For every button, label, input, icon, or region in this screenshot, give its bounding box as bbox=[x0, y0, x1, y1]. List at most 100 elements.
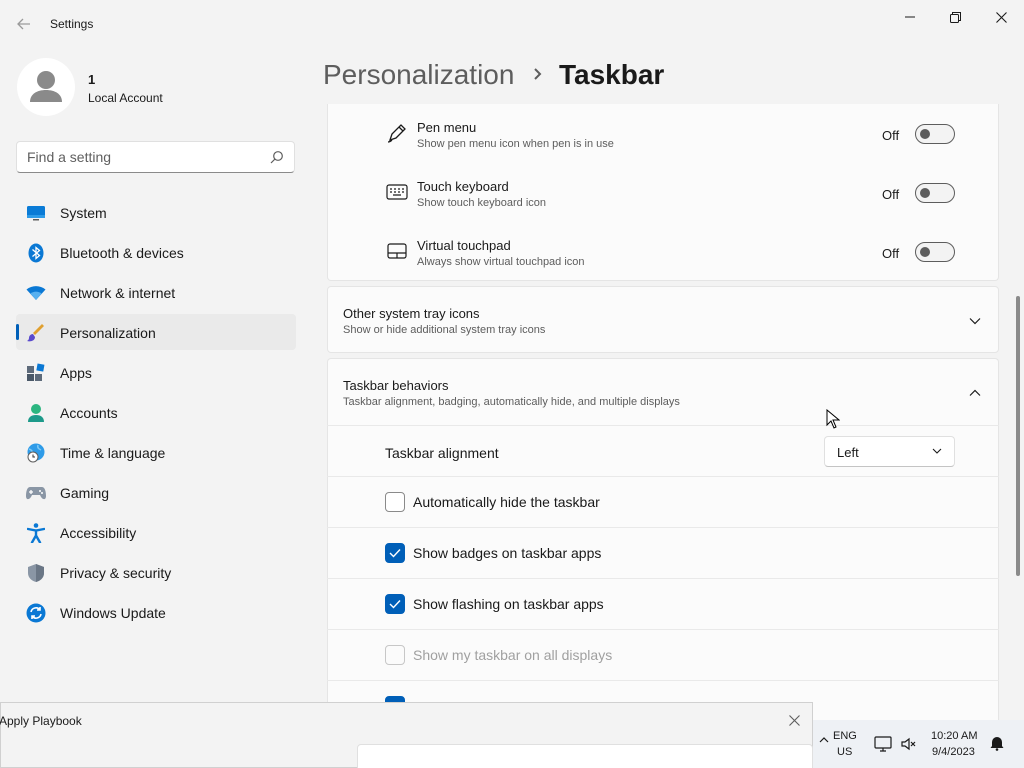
virtual-touchpad-subtitle: Always show virtual touchpad icon bbox=[417, 256, 585, 268]
clock-date[interactable]: 9/4/2023 bbox=[932, 746, 975, 758]
pen-menu-toggle[interactable] bbox=[915, 124, 955, 144]
sidebar-item-system[interactable]: System bbox=[16, 194, 296, 230]
sidebar-item-label: System bbox=[60, 205, 107, 221]
sidebar-item-bluetooth[interactable]: Bluetooth & devices bbox=[16, 234, 296, 270]
playbook-title: Apply Playbook bbox=[0, 714, 82, 728]
all-displays-checkbox bbox=[385, 645, 405, 665]
badges-label: Show badges on taskbar apps bbox=[413, 545, 602, 561]
sidebar-item-label: Gaming bbox=[60, 485, 110, 501]
bluetooth-icon bbox=[26, 243, 46, 263]
shield-icon bbox=[26, 563, 46, 583]
sidebar-item-gaming[interactable]: Gaming bbox=[16, 474, 296, 510]
person-icon bbox=[26, 403, 46, 423]
sidebar-item-windows-update[interactable]: Windows Update bbox=[16, 594, 296, 630]
playbook-panel bbox=[357, 744, 813, 768]
avatar[interactable] bbox=[17, 58, 75, 116]
content-scrollbar[interactable] bbox=[1016, 296, 1020, 576]
sidebar-item-privacy-security[interactable]: Privacy & security bbox=[16, 554, 296, 590]
all-displays-label: Show my taskbar on all displays bbox=[413, 647, 613, 663]
volume-muted-icon[interactable] bbox=[900, 736, 916, 752]
sidebar-item-label: Network & internet bbox=[60, 285, 176, 301]
chevron-down-icon bbox=[932, 448, 942, 454]
touch-keyboard-toggle[interactable] bbox=[915, 183, 955, 203]
page-title: Taskbar bbox=[559, 59, 665, 90]
sidebar-item-label: Privacy & security bbox=[60, 565, 172, 581]
mouse-cursor-icon bbox=[826, 409, 840, 429]
app-title: Settings bbox=[50, 17, 94, 31]
taskbar-behaviors-header[interactable]: Taskbar behaviors Taskbar alignment, bad… bbox=[328, 359, 998, 426]
other-tray-icons-expander[interactable]: Other system tray icons Show or hide add… bbox=[327, 286, 999, 353]
back-button[interactable] bbox=[10, 12, 38, 36]
sidebar-item-time-language[interactable]: Time & language bbox=[16, 434, 296, 470]
breadcrumb-parent[interactable]: Personalization bbox=[323, 59, 514, 91]
sidebar-item-apps[interactable]: Apps bbox=[16, 354, 296, 390]
flashing-checkbox[interactable] bbox=[385, 594, 405, 614]
search-box bbox=[16, 141, 295, 173]
sidebar-item-label: Windows Update bbox=[60, 605, 166, 621]
sidebar-item-network[interactable]: Network & internet bbox=[16, 274, 296, 310]
close-button[interactable] bbox=[978, 4, 1024, 30]
globe-clock-icon bbox=[26, 443, 46, 463]
divider bbox=[327, 527, 999, 528]
account-type: Local Account bbox=[88, 91, 163, 105]
chevron-up-icon[interactable] bbox=[819, 736, 829, 744]
alignment-dropdown[interactable]: Left bbox=[824, 436, 955, 467]
taskbar-behaviors-expander: Taskbar behaviors Taskbar alignment, bad… bbox=[327, 358, 999, 720]
title-bar: Settings bbox=[0, 0, 1024, 48]
virtual-touchpad-state: Off bbox=[882, 246, 900, 261]
sidebar-item-label: Accounts bbox=[60, 405, 118, 421]
close-icon bbox=[788, 714, 800, 726]
clock-time[interactable]: 10:20 AM bbox=[931, 730, 977, 742]
divider bbox=[327, 425, 999, 426]
accessibility-icon bbox=[26, 523, 46, 543]
virtual-touchpad-toggle[interactable] bbox=[915, 242, 955, 262]
other-tray-title: Other system tray icons bbox=[343, 306, 480, 321]
chevron-up-icon bbox=[967, 385, 983, 401]
chevron-right-icon bbox=[534, 68, 542, 80]
behaviors-subtitle: Taskbar alignment, badging, automaticall… bbox=[343, 396, 680, 408]
language-indicator[interactable]: ENG bbox=[833, 730, 857, 742]
sidebar-item-accessibility[interactable]: Accessibility bbox=[16, 514, 296, 550]
sidebar-item-accounts[interactable]: Accounts bbox=[16, 394, 296, 430]
pen-menu-title: Pen menu bbox=[417, 120, 477, 135]
divider bbox=[327, 680, 999, 681]
maximize-button[interactable] bbox=[932, 4, 978, 30]
badges-checkbox[interactable] bbox=[385, 543, 405, 563]
other-tray-subtitle: Show or hide additional system tray icon… bbox=[343, 324, 546, 336]
brush-icon bbox=[26, 323, 46, 343]
search-input[interactable] bbox=[17, 142, 262, 172]
tray-icons-card: Pen menu Show pen menu icon when pen is … bbox=[327, 104, 999, 281]
sidebar-item-label: Bluetooth & devices bbox=[60, 245, 184, 261]
keyboard-icon bbox=[386, 181, 408, 203]
system-icon bbox=[26, 203, 46, 223]
flashing-label: Show flashing on taskbar apps bbox=[413, 596, 604, 612]
sidebar-item-label: Apps bbox=[60, 365, 92, 381]
virtual-touchpad-title: Virtual touchpad bbox=[417, 238, 511, 253]
pen-menu-subtitle: Show pen menu icon when pen is in use bbox=[417, 138, 614, 150]
minimize-button[interactable] bbox=[887, 4, 933, 30]
sidebar-item-label: Time & language bbox=[60, 445, 166, 461]
auto-hide-checkbox[interactable] bbox=[385, 492, 405, 512]
network-icon[interactable] bbox=[874, 736, 892, 752]
apply-playbook-window: Apply Playbook bbox=[0, 702, 813, 768]
sidebar-item-personalization[interactable]: Personalization bbox=[16, 314, 296, 350]
sidebar-item-label: Accessibility bbox=[60, 525, 137, 541]
sidebar-item-label: Personalization bbox=[60, 325, 156, 341]
playbook-close-button[interactable] bbox=[785, 711, 803, 729]
language-region: US bbox=[837, 746, 853, 758]
back-arrow-icon bbox=[17, 18, 30, 30]
update-icon bbox=[26, 603, 46, 623]
divider bbox=[327, 578, 999, 579]
behaviors-title: Taskbar behaviors bbox=[343, 378, 449, 393]
auto-hide-label: Automatically hide the taskbar bbox=[413, 494, 600, 510]
notification-icon[interactable] bbox=[989, 735, 1005, 751]
close-icon bbox=[995, 11, 1007, 23]
user-avatar-icon bbox=[30, 71, 62, 102]
alignment-label: Taskbar alignment bbox=[385, 445, 499, 461]
checkmark-icon bbox=[389, 600, 401, 609]
touch-keyboard-state: Off bbox=[882, 187, 900, 202]
chevron-down-icon bbox=[967, 313, 983, 329]
gamepad-icon bbox=[26, 483, 46, 503]
search-icon[interactable] bbox=[270, 150, 284, 164]
sidebar-nav: System Bluetooth & devices Network & int… bbox=[16, 194, 296, 634]
